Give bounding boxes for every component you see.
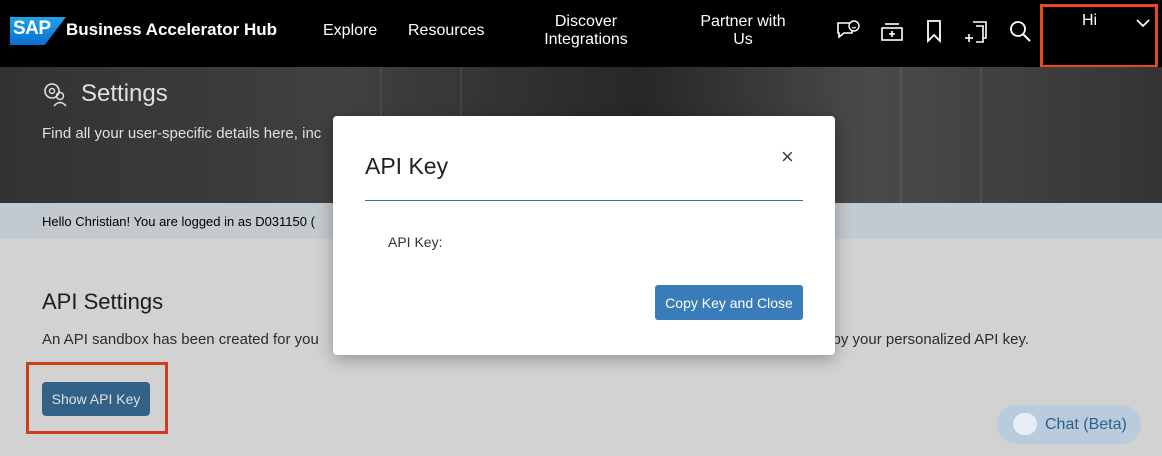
api-key-dialog: API Key × API Key: Copy Key and Close — [333, 116, 835, 355]
search-icon[interactable] — [1007, 18, 1033, 44]
nav-discover-integrations[interactable]: Discover Integrations — [540, 13, 632, 49]
chat-bubble-icon — [1013, 413, 1037, 435]
bookmark-icon[interactable] — [921, 18, 947, 44]
sap-logo-text: SAP — [13, 18, 51, 39]
chat-button-label[interactable]: Chat (Beta) — [1045, 416, 1127, 434]
add-content-icon[interactable] — [964, 18, 990, 44]
close-icon[interactable]: × — [781, 146, 794, 168]
nav-partner-with-us[interactable]: Partner with Us — [694, 13, 792, 49]
dialog-title: API Key — [365, 153, 449, 179]
add-to-list-icon[interactable] — [879, 18, 905, 44]
nav-explore[interactable]: Explore — [323, 22, 377, 40]
nav-resources[interactable]: Resources — [408, 22, 484, 40]
brand-title[interactable]: Business Accelerator Hub — [66, 20, 277, 40]
top-navigation-bar: SAP Business Accelerator Hub Explore Res… — [0, 0, 1162, 67]
dialog-divider — [365, 200, 803, 201]
feedback-icon[interactable] — [835, 18, 861, 44]
api-key-label: API Key: — [388, 234, 443, 250]
copy-key-and-close-button[interactable]: Copy Key and Close — [655, 285, 803, 320]
user-menu-highlight — [1040, 4, 1158, 68]
